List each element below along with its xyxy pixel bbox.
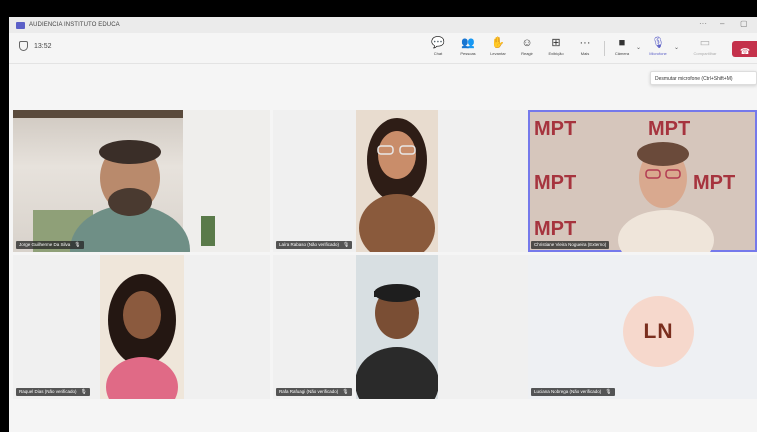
participant-tile[interactable]: LN Luciana Nobrega (Não verificado) 🎙 xyxy=(528,255,757,399)
more-icon: ··· xyxy=(579,37,591,49)
participant-tile[interactable]: MPT MPT MPT MPT MPT Christiane Vieira No… xyxy=(528,110,757,252)
leave-call-button[interactable]: ☎ xyxy=(732,41,757,57)
phone-hangup-icon: ☎ xyxy=(740,47,750,56)
teams-meeting-window: AUDIENCIA INSTITUTO EDUCA ··· – ▢ 13:52 … xyxy=(9,17,757,432)
avatar: LN xyxy=(623,296,694,367)
participant-name: Raquel Dias (Não verificado) xyxy=(19,389,77,394)
layout-icon: ⊞ xyxy=(551,37,561,49)
share-button[interactable]: ▭ Compartilhar xyxy=(692,37,718,61)
more-button[interactable]: ··· Mais xyxy=(572,37,598,61)
share-icon: ▭ xyxy=(699,37,711,49)
person-video-frame xyxy=(106,274,178,399)
toolbar-divider xyxy=(604,41,605,56)
person-video-frame xyxy=(618,142,714,252)
raise-hand-button[interactable]: ✋ Levantar xyxy=(485,37,511,61)
more-options-icon[interactable]: ··· xyxy=(699,19,707,28)
minimize-button[interactable]: – xyxy=(720,19,724,28)
react-icon: ☺ xyxy=(521,37,533,49)
camera-icon: ■ xyxy=(618,37,626,49)
participant-tile[interactable]: Rafa Rafuagi (Não verificado) 🎙 xyxy=(273,255,530,399)
participant-name-plate: Rafa Rafuagi (Não verificado) 🎙 xyxy=(276,388,352,396)
participant-name-plate: Jorge Guilherme Da Silva 🎙 xyxy=(16,241,84,249)
view-button[interactable]: ⊞ Exibição xyxy=(543,37,569,61)
participant-name: Christiane Vieira Nogueira (Externo) xyxy=(534,242,607,247)
meeting-timer: 13:52 xyxy=(19,41,52,51)
participant-video xyxy=(356,255,438,399)
mic-muted-icon: 🎙 xyxy=(343,242,350,248)
shield-icon xyxy=(19,41,28,51)
teams-logo-icon xyxy=(16,21,25,29)
participant-tile[interactable]: Raquel Dias (Não verificado) 🎙 xyxy=(13,255,270,399)
participant-tile[interactable]: Laíra Rabaso (Não verificado) 🎙 xyxy=(273,110,530,252)
person-video-frame xyxy=(356,255,438,399)
elapsed-time: 13:52 xyxy=(34,42,52,50)
participant-video xyxy=(100,255,184,399)
window-title: AUDIENCIA INSTITUTO EDUCA xyxy=(29,22,120,28)
title-bar: AUDIENCIA INSTITUTO EDUCA ··· – ▢ xyxy=(9,17,757,33)
people-icon: 👥 xyxy=(461,37,475,49)
mic-muted-icon: 🎙 xyxy=(605,389,612,395)
participant-name-plate: Laíra Rabaso (Não verificado) 🎙 xyxy=(276,241,353,249)
meeting-toolbar: 13:52 💬 Chat 👥 Pessoas ✋ Levantar ☺ Reag… xyxy=(9,33,757,64)
participant-video xyxy=(356,110,438,252)
raise-hand-icon: ✋ xyxy=(491,37,505,49)
chat-button[interactable]: 💬 Chat xyxy=(425,37,451,61)
participant-name: Laíra Rabaso (Não verificado) xyxy=(279,242,340,247)
react-button[interactable]: ☺ Reagir xyxy=(514,37,540,61)
participant-name: Jorge Guilherme Da Silva xyxy=(19,242,71,247)
microphone-tooltip: Desmutar microfone (Ctrl+Shift+M) xyxy=(650,71,757,85)
person-video-frame xyxy=(13,110,270,252)
camera-button[interactable]: ■ Câmera xyxy=(609,37,635,61)
mic-muted-icon: 🎙 xyxy=(80,389,87,395)
camera-options-chevron-icon[interactable]: ⌄ xyxy=(636,44,641,51)
participant-tile[interactable]: Jorge Guilherme Da Silva 🎙 xyxy=(13,110,270,252)
person-video-frame xyxy=(356,110,438,252)
participant-name-plate: Christiane Vieira Nogueira (Externo) xyxy=(531,241,610,249)
participant-name-plate: Luciana Nobrega (Não verificado) 🎙 xyxy=(531,388,615,396)
people-button[interactable]: 👥 Pessoas xyxy=(455,37,481,61)
maximize-button[interactable]: ▢ xyxy=(740,19,748,28)
participant-name: Luciana Nobrega (Não verificado) xyxy=(534,389,602,394)
participant-name-plate: Raquel Dias (Não verificado) 🎙 xyxy=(16,388,90,396)
participant-video xyxy=(13,110,270,252)
mic-muted-icon: 🎙 xyxy=(342,389,349,395)
microphone-icon: 🎙 xyxy=(651,37,665,49)
participant-name: Rafa Rafuagi (Não verificado) xyxy=(279,389,339,394)
chat-icon: 💬 xyxy=(431,37,445,49)
microphone-button[interactable]: 🎙 Microfone xyxy=(645,37,671,61)
participant-video: MPT MPT MPT MPT MPT xyxy=(528,110,757,252)
mic-muted-icon: 🎙 xyxy=(74,242,81,248)
microphone-options-chevron-icon[interactable]: ⌄ xyxy=(674,44,679,51)
